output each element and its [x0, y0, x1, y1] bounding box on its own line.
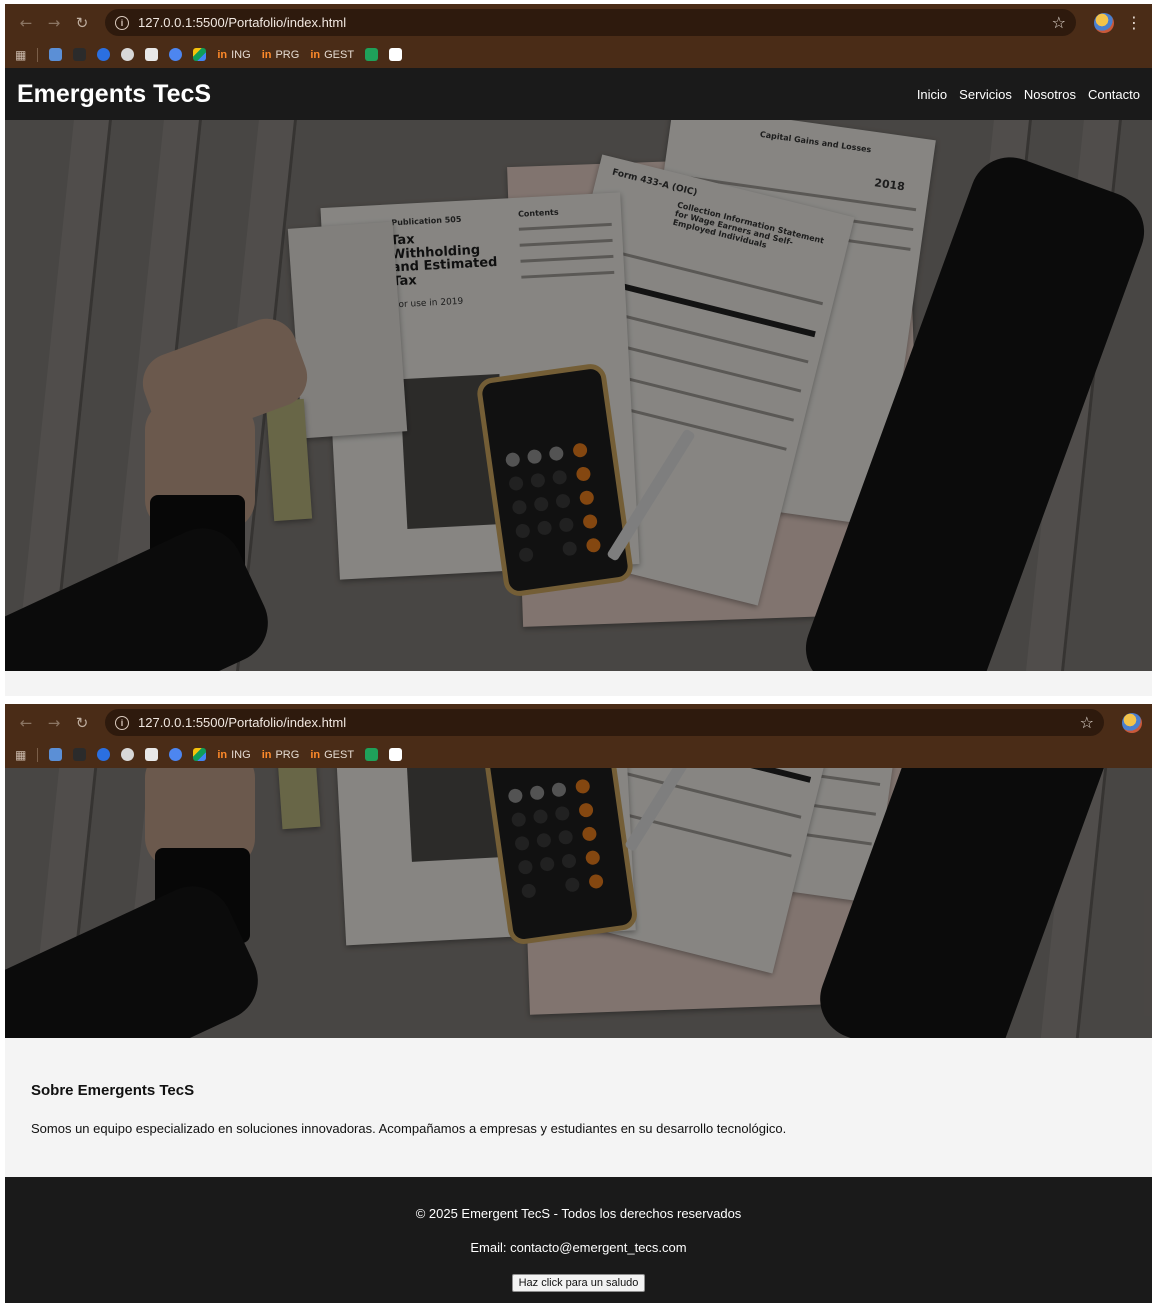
bookmark-star-icon[interactable]: ☆	[1080, 713, 1094, 732]
back-icon[interactable]: ←	[15, 712, 37, 734]
in-logo-icon: in	[261, 48, 272, 61]
site-header: Emergents TecS Inicio Servicios Nosotros…	[5, 68, 1152, 120]
w-green-icon[interactable]	[365, 748, 379, 761]
page-continuation	[5, 671, 1152, 696]
url-text[interactable]: 127.0.0.1:5500/Portafolio/index.html	[138, 15, 1052, 30]
bookmark-gest[interactable]: in GEST	[310, 49, 354, 61]
forward-icon[interactable]: →	[43, 12, 65, 34]
apps-grid-icon[interactable]: ▦	[15, 48, 26, 62]
browser-toolbar: ← → ↻ i 127.0.0.1:5500/Portafolio/index.…	[5, 704, 1152, 741]
url-text[interactable]: 127.0.0.1:5500/Portafolio/index.html	[138, 715, 1080, 730]
chatgpt-icon[interactable]	[389, 48, 403, 61]
bookmark-ing[interactable]: in ING	[217, 749, 250, 761]
footer-copyright: © 2025 Emergent TecS - Todos los derecho…	[415, 1206, 742, 1221]
gemini-icon[interactable]	[169, 748, 183, 761]
bookmark-prg[interactable]: in PRG	[262, 749, 300, 761]
site-footer: © 2025 Emergent TecS - Todos los derecho…	[5, 1177, 1152, 1303]
bookmarks-divider	[37, 747, 39, 762]
openai-icon[interactable]	[121, 48, 135, 61]
in-logo-icon: in	[310, 48, 321, 61]
browser-window-top: ← → ↻ i 127.0.0.1:5500/Portafolio/index.…	[5, 4, 1152, 696]
in-logo-icon: in	[261, 748, 272, 761]
bookmarks-bar: ▦ in ING in PRG in GEST	[5, 41, 1152, 68]
about-title: Sobre Emergents TecS	[31, 1082, 195, 1099]
greeting-button[interactable]: Haz click para un saludo	[511, 1274, 646, 1292]
blue-bottle-icon[interactable]	[49, 748, 63, 761]
hero-overlay	[5, 120, 1152, 671]
grid-logo-icon[interactable]	[145, 748, 159, 761]
nav-servicios[interactable]: Servicios	[959, 87, 1012, 102]
bookmarks-divider	[37, 47, 39, 62]
browser-window-bottom: ← → ↻ i 127.0.0.1:5500/Portafolio/index.…	[5, 704, 1152, 1304]
gemini-icon[interactable]	[169, 48, 183, 61]
forward-icon[interactable]: →	[43, 712, 65, 734]
w-circle-icon[interactable]	[97, 748, 111, 761]
bookmarks-bar: ▦ in ING in PRG in GEST	[5, 741, 1152, 768]
reload-icon[interactable]: ↻	[71, 712, 93, 734]
main-nav: Inicio Servicios Nosotros Contacto	[917, 87, 1140, 102]
in-logo-icon: in	[217, 48, 228, 61]
in-logo-icon: in	[217, 748, 228, 761]
nav-nosotros[interactable]: Nosotros	[1024, 87, 1076, 102]
reload-icon[interactable]: ↻	[71, 12, 93, 34]
site-info-icon[interactable]: i	[115, 715, 129, 730]
back-icon[interactable]: ←	[15, 12, 37, 34]
openai-icon[interactable]	[121, 748, 135, 761]
dark-bottle-icon[interactable]	[73, 748, 87, 761]
in-logo-icon: in	[310, 748, 321, 761]
w-circle-icon[interactable]	[97, 48, 111, 61]
profile-avatar[interactable]	[1122, 712, 1142, 733]
site-info-icon[interactable]: i	[115, 15, 129, 30]
bookmark-star-icon[interactable]: ☆	[1052, 13, 1066, 32]
blue-bottle-icon[interactable]	[49, 48, 63, 61]
chatgpt-icon[interactable]	[389, 748, 403, 761]
bookmark-ing[interactable]: in ING	[217, 49, 250, 61]
address-bar[interactable]: i 127.0.0.1:5500/Portafolio/index.html ☆	[105, 9, 1076, 36]
site-brand[interactable]: Emergents TecS	[17, 80, 211, 109]
nav-inicio[interactable]: Inicio	[917, 87, 947, 102]
google-drive-icon[interactable]	[193, 48, 207, 61]
profile-avatar[interactable]	[1094, 12, 1114, 33]
about-section: Sobre Emergents TecS Somos un equipo esp…	[5, 1038, 1152, 1177]
address-bar[interactable]: i 127.0.0.1:5500/Portafolio/index.html ☆	[105, 709, 1104, 736]
apps-grid-icon[interactable]: ▦	[15, 748, 26, 762]
bookmark-gest[interactable]: in GEST	[310, 749, 354, 761]
dark-bottle-icon[interactable]	[73, 48, 87, 61]
google-drive-icon[interactable]	[193, 748, 207, 761]
bookmark-prg[interactable]: in PRG	[262, 49, 300, 61]
hero-image: Capital Gains and Losses 2018 Form 433-A…	[5, 120, 1152, 671]
w-green-icon[interactable]	[365, 48, 379, 61]
about-text: Somos un equipo especializado en solucio…	[31, 1121, 787, 1136]
hero-overlay	[5, 768, 1152, 1038]
browser-toolbar: ← → ↻ i 127.0.0.1:5500/Portafolio/index.…	[5, 4, 1152, 41]
nav-contacto[interactable]: Contacto	[1088, 87, 1140, 102]
menu-kebab-icon[interactable]: ⋮	[1126, 13, 1142, 32]
hero-image-scrolled	[5, 768, 1152, 1038]
grid-logo-icon[interactable]	[145, 48, 159, 61]
footer-email: Email: contacto@emergent_tecs.com	[470, 1240, 687, 1255]
